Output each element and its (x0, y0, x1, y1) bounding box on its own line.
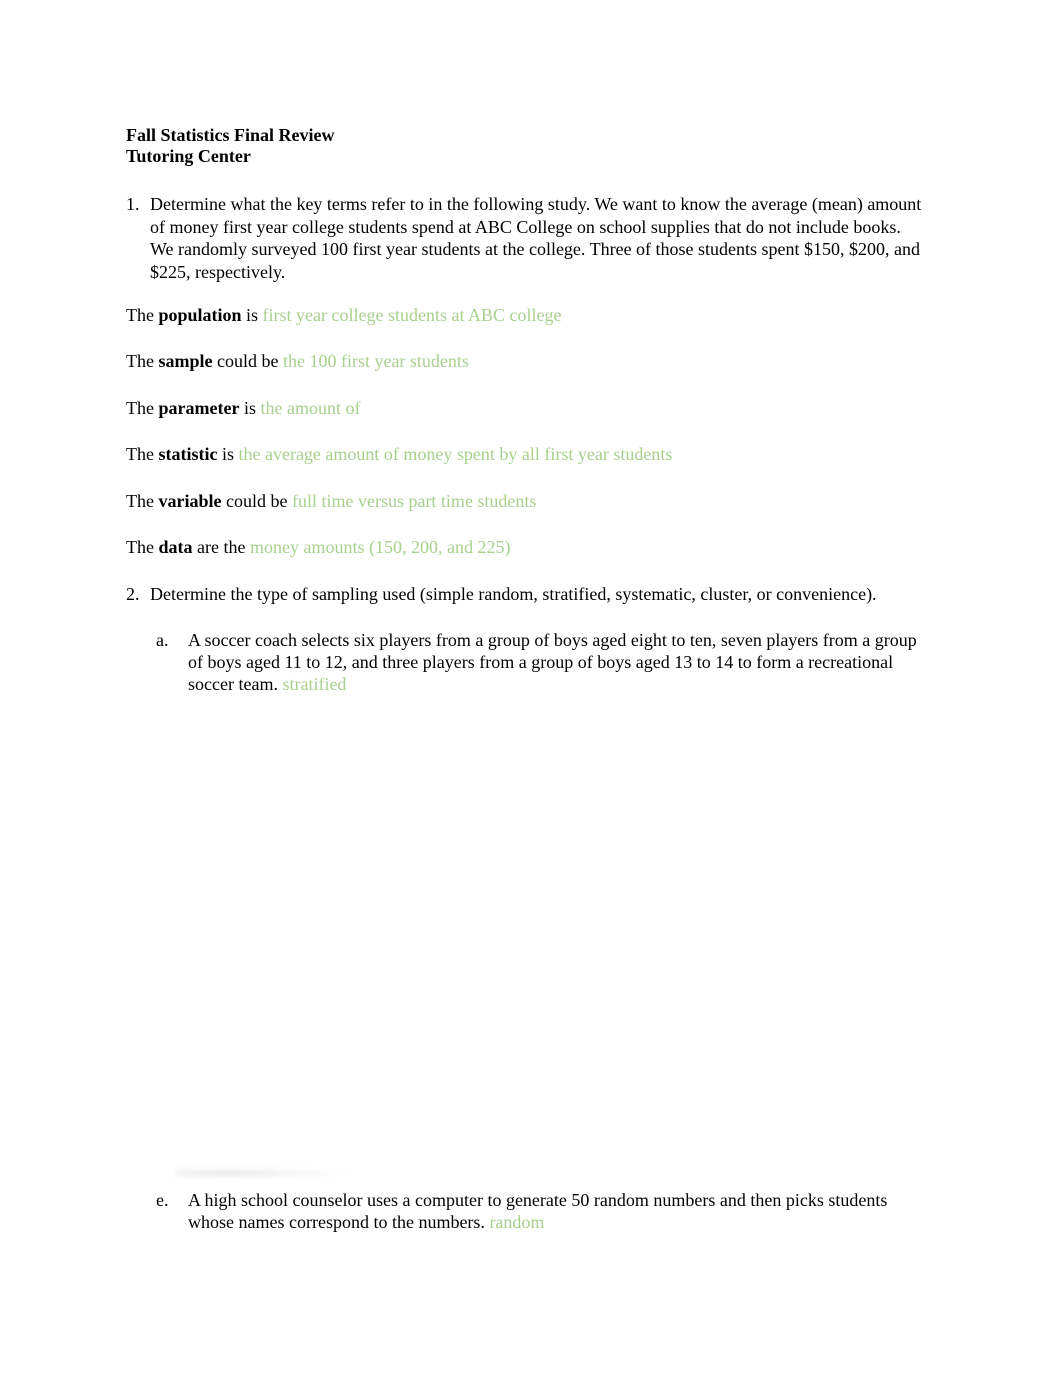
term-keyword: sample (158, 351, 213, 371)
part-letter: e. (156, 1190, 169, 1210)
term-line-data: The data are the money amounts (150, 200… (126, 536, 510, 558)
term-keyword: variable (158, 491, 222, 511)
question-text: Determine what the key terms refer to in… (150, 194, 922, 282)
question-2: 2. Determine the type of sampling used (… (126, 583, 946, 606)
question-2a: a. A soccer coach selects six players fr… (156, 629, 926, 695)
part-letter: a. (156, 630, 169, 650)
question-2e: e. A high school counselor uses a comput… (156, 1189, 926, 1233)
document-page: Fall Statistics Final Review Tutoring Ce… (0, 0, 1062, 1377)
term-line-statistic: The statistic is the average amount of m… (126, 443, 672, 465)
term-connector: could be (221, 491, 292, 511)
term-connector: is (241, 305, 263, 325)
term-answer: the average amount of money spent by all… (238, 444, 673, 464)
question-number: 1. (126, 194, 140, 214)
term-answer: the 100 first year students (282, 351, 469, 371)
term-answer: the amount of (260, 398, 361, 418)
term-answer: first year college students at ABC colle… (262, 305, 562, 325)
part-answer: random (489, 1212, 545, 1232)
part-text-block: A soccer coach selects six players from … (188, 629, 926, 695)
term-keyword: statistic (158, 444, 218, 464)
document-header: Fall Statistics Final Review Tutoring Ce… (126, 125, 334, 167)
document-subtitle: Tutoring Center (126, 146, 251, 166)
question-1: 1. Determine what the key terms refer to… (126, 193, 926, 283)
term-keyword: data (158, 537, 193, 557)
term-line-population: The population is first year college stu… (126, 304, 561, 326)
document-title: Fall Statistics Final Review (126, 125, 335, 145)
term-connector: could be (212, 351, 283, 371)
term-answer: full time versus part time students (291, 491, 537, 511)
term-line-sample: The sample could be the 100 first year s… (126, 350, 469, 372)
term-connector: is (217, 444, 239, 464)
term-prefix: The (126, 537, 159, 557)
question-text: Determine the type of sampling used (sim… (150, 584, 877, 604)
question-number: 2. (126, 584, 140, 604)
term-prefix: The (126, 444, 159, 464)
term-prefix: The (126, 305, 159, 325)
term-connector: is (239, 398, 261, 418)
term-connector: are the (192, 537, 250, 557)
term-keyword: parameter (158, 398, 240, 418)
term-line-parameter: The parameter is the amount of (126, 397, 360, 419)
part-answer: stratified (282, 674, 347, 694)
term-line-variable: The variable could be full time versus p… (126, 490, 536, 512)
term-prefix: The (126, 491, 159, 511)
page-break-shadow (175, 1168, 350, 1178)
term-prefix: The (126, 398, 159, 418)
term-keyword: population (158, 305, 242, 325)
term-answer: money amounts (150, 200, and 225) (249, 537, 511, 557)
part-text-block: A high school counselor uses a computer … (188, 1189, 926, 1233)
term-prefix: The (126, 351, 159, 371)
